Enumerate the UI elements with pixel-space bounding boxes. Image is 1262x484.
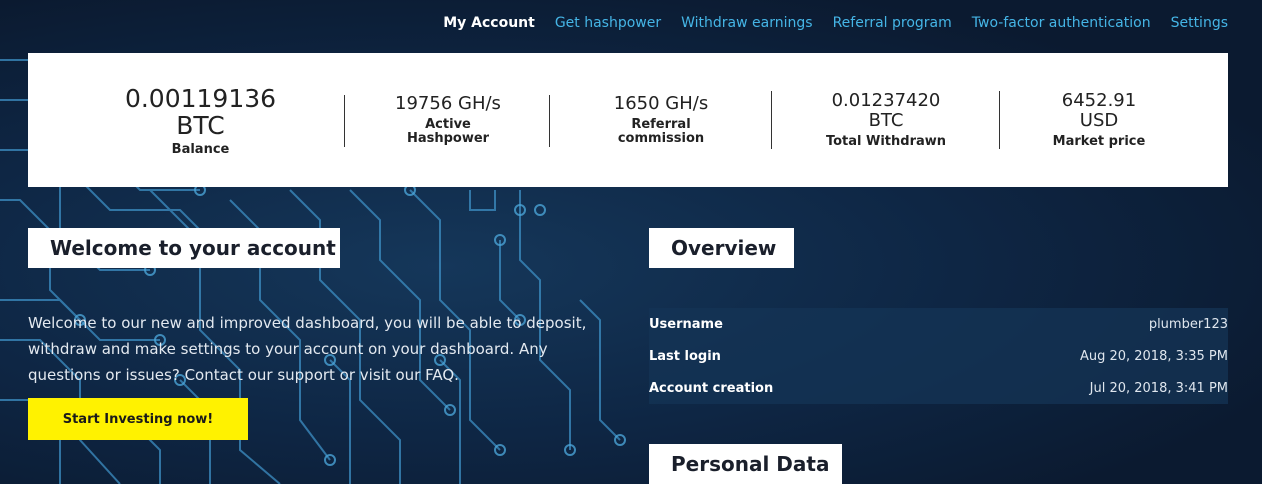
referral-commission-stat: 1650 GH/s Referral commission <box>581 94 741 146</box>
balance-value: 0.00119136 <box>124 84 277 113</box>
stat-divider <box>771 91 772 149</box>
personal-data-heading: Personal Data <box>649 444 842 484</box>
overview-row-account-creation: Account creation Jul 20, 2018, 3:41 PM <box>649 372 1228 404</box>
stat-divider <box>999 91 1000 149</box>
referral-commission-value: 1650 GH/s <box>613 93 709 114</box>
market-price-unit: USD <box>1079 110 1119 131</box>
overview-key: Last login <box>649 348 721 364</box>
overview-row-last-login: Last login Aug 20, 2018, 3:35 PM <box>649 340 1228 372</box>
total-withdrawn-label: Total Withdrawn <box>825 134 947 149</box>
active-hashpower-stat: 19756 GH/s Active Hashpower <box>368 94 528 146</box>
total-withdrawn-unit: BTC <box>868 110 904 131</box>
start-investing-button[interactable]: Start Investing now! <box>28 398 248 440</box>
referral-commission-label-line2: commission <box>617 131 705 146</box>
nav-withdraw-earnings[interactable]: Withdraw earnings <box>681 15 812 31</box>
nav-my-account[interactable]: My Account <box>443 15 535 31</box>
top-navigation: My Account Get hashpower Withdraw earnin… <box>443 15 1228 31</box>
nav-get-hashpower[interactable]: Get hashpower <box>555 15 661 31</box>
active-hashpower-value: 19756 GH/s <box>395 93 501 114</box>
stat-divider <box>549 95 550 147</box>
nav-two-factor-authentication[interactable]: Two-factor authentication <box>972 15 1151 31</box>
overview-value: Aug 20, 2018, 3:35 PM <box>1079 348 1228 364</box>
market-price-value: 6452.91 <box>1061 90 1137 111</box>
overview-table: Username plumber123 Last login Aug 20, 2… <box>649 308 1228 404</box>
market-price-stat: 6452.91 USD Market price <box>1024 91 1174 149</box>
welcome-heading: Welcome to your account <box>28 228 340 268</box>
stats-panel: 0.00119136 BTC Balance 19756 GH/s Active… <box>28 53 1228 187</box>
active-hashpower-label-line2: Hashpower <box>406 131 490 146</box>
active-hashpower-label-line1: Active <box>425 117 471 132</box>
overview-heading: Overview <box>649 228 794 268</box>
nav-referral-program[interactable]: Referral program <box>833 15 952 31</box>
overview-value: plumber123 <box>1148 316 1228 332</box>
balance-stat: 0.00119136 BTC Balance <box>108 85 293 157</box>
balance-unit: BTC <box>176 111 225 140</box>
overview-row-username: Username plumber123 <box>649 308 1228 340</box>
total-withdrawn-value: 0.01237420 <box>831 90 941 111</box>
overview-value: Jul 20, 2018, 3:41 PM <box>1089 380 1228 396</box>
overview-key: Account creation <box>649 380 774 396</box>
market-price-label: Market price <box>1052 134 1146 149</box>
total-withdrawn-stat: 0.01237420 BTC Total Withdrawn <box>811 91 961 149</box>
stat-divider <box>344 95 345 147</box>
welcome-text: Welcome to our new and improved dashboar… <box>28 314 587 384</box>
overview-key: Username <box>649 316 723 332</box>
referral-commission-label-line1: Referral <box>631 117 691 132</box>
nav-settings[interactable]: Settings <box>1171 15 1228 31</box>
balance-label: Balance <box>171 142 230 157</box>
